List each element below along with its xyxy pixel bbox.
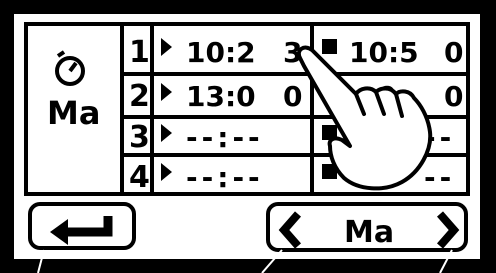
slot-start-time[interactable]: 10:2	[186, 36, 256, 69]
back-button[interactable]	[28, 202, 136, 250]
day-label: Ma	[47, 94, 100, 132]
slot-number: 2	[129, 79, 150, 114]
slot-start-time[interactable]: --:--	[186, 121, 264, 154]
slot-end-time-extra: 0	[444, 80, 463, 113]
stop-icon	[322, 39, 337, 54]
slot-number: 3	[129, 120, 150, 155]
slot-number: 4	[129, 160, 150, 195]
device-display: Ma 1 2 3 4 10:2 3 13:0 0 --:-- --:-- 10:…	[0, 0, 496, 273]
slot-end-time[interactable]: --	[424, 161, 455, 194]
slot-start-time[interactable]: 13:0	[186, 80, 256, 113]
day-selector-label: Ma	[344, 215, 394, 250]
slot-end-time[interactable]: 10:5	[349, 36, 419, 69]
day-selector[interactable]: Ma	[266, 202, 468, 252]
slot-start-time-extra: 0	[283, 80, 302, 113]
slot-number: 1	[129, 35, 150, 70]
slot-end-time-extra: 0	[444, 36, 463, 69]
slot-start-time[interactable]: --:--	[186, 161, 264, 194]
